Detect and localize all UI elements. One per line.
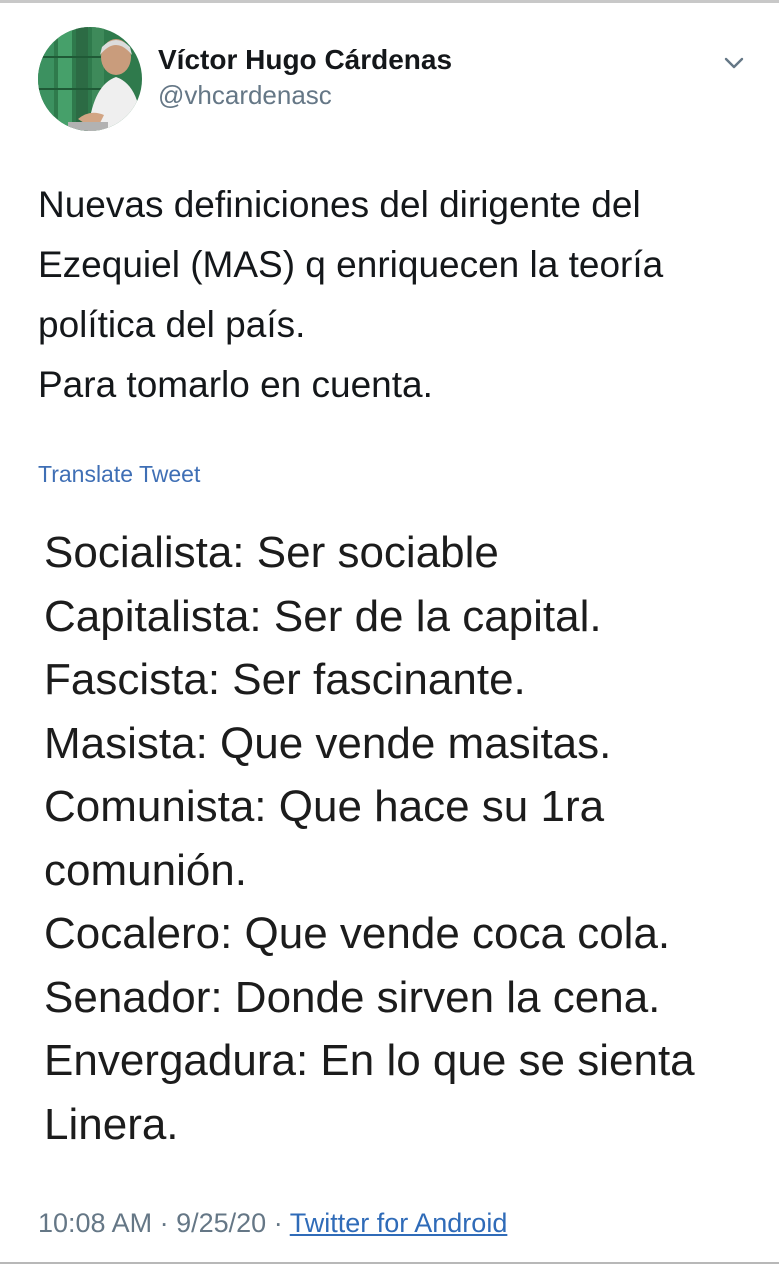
chevron-down-icon <box>724 57 744 69</box>
image-text-line: Senador: Donde sirven la cena. <box>44 972 661 1022</box>
tweet-text: Nuevas definiciones del dirigente del Ez… <box>38 175 748 415</box>
image-text-line: Envergadura: En lo que se sienta <box>44 1036 695 1085</box>
bottom-divider <box>0 1262 779 1264</box>
image-text-line: comunión. <box>44 845 248 895</box>
tweet-text-line: política del país. <box>38 304 306 345</box>
profile-photo-icon <box>38 27 142 131</box>
image-text-line: Socialista: Ser sociable <box>44 528 499 577</box>
image-text-line: Capitalista: Ser de la capital. <box>44 591 602 641</box>
meta-separator: · <box>159 1208 169 1238</box>
author-display-name[interactable]: Víctor Hugo Cárdenas <box>158 43 452 77</box>
tweet-text-line: Ezequiel (MAS) q enriquecen la teoría <box>38 244 664 285</box>
tweet-source-link[interactable]: Twitter for Android <box>290 1208 508 1238</box>
avatar[interactable] <box>38 27 142 131</box>
tweet-header: Víctor Hugo Cárdenas @vhcardenasc <box>38 27 758 133</box>
top-divider <box>0 0 779 3</box>
tweet-time: 10:08 AM <box>38 1208 153 1238</box>
translate-tweet-link[interactable]: Translate Tweet <box>38 461 200 488</box>
image-text-line: Cocalero: Que vende coca cola. <box>44 909 671 958</box>
meta-separator: · <box>273 1208 283 1238</box>
tweet-menu-button[interactable] <box>718 47 750 79</box>
image-text-line: Masista: Que vende masitas. <box>44 718 612 768</box>
image-text-line: Comunista: Que hace su 1ra <box>44 782 605 831</box>
tweet-date[interactable]: 9/25/20 <box>176 1208 266 1238</box>
image-text-line: Fascista: Ser fascinante. <box>44 655 526 704</box>
tweet-text-line: Nuevas definiciones del dirigente del <box>38 184 641 225</box>
attached-image[interactable]: Socialista: Ser sociable Capitalista: Se… <box>0 505 779 1185</box>
author-handle[interactable]: @vhcardenasc <box>158 79 452 111</box>
image-text-line: Linera. <box>44 1099 179 1149</box>
tweet-text-line: Para tomarlo en cuenta. <box>38 364 433 405</box>
attached-image-text: Socialista: Ser sociable Capitalista: Se… <box>44 521 695 1156</box>
tweet-meta: 10:08 AM · 9/25/20 · Twitter for Android <box>38 1208 507 1239</box>
author-names: Víctor Hugo Cárdenas @vhcardenasc <box>158 43 452 111</box>
